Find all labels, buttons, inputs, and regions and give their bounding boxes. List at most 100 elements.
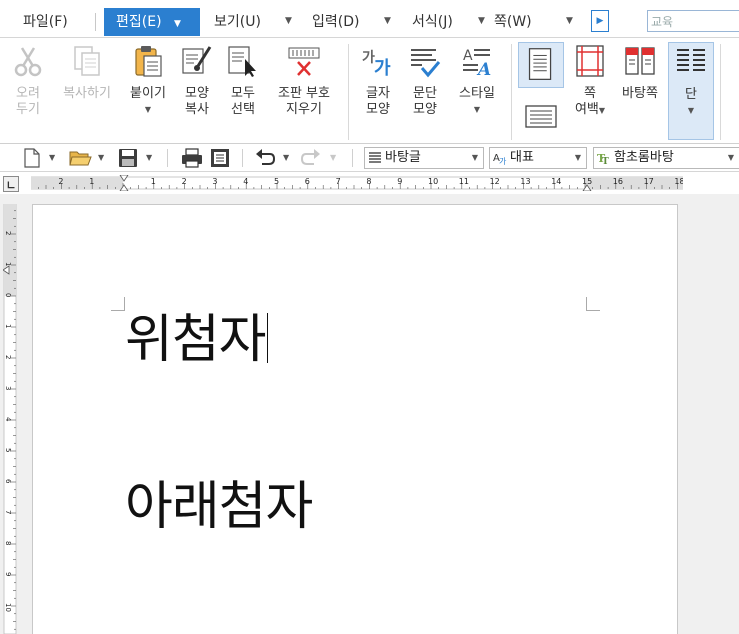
chevron-down-icon[interactable]: ▼ xyxy=(283,153,289,162)
menu-edit[interactable]: 편집(E) ▼ xyxy=(104,8,200,36)
paste-label: 붙이기 xyxy=(130,86,166,101)
master-page-button[interactable]: 바탕쪽 xyxy=(616,44,664,102)
svg-text:가: 가 xyxy=(374,58,391,78)
chevron-down-icon[interactable]: ▼ xyxy=(49,153,55,162)
chevron-down-icon[interactable]: ▼ xyxy=(146,153,152,162)
ruler-label: 2 xyxy=(58,177,63,186)
chevron-down-icon[interactable]: ▼ xyxy=(285,16,292,26)
menu-page[interactable]: 쪽(W) xyxy=(494,8,532,36)
font-name-combo[interactable]: T T 함초롬바탕 ▼ xyxy=(593,147,739,169)
chevron-down-icon[interactable]: ▼ xyxy=(330,153,336,162)
ruler-label: 9 xyxy=(397,177,402,186)
font-name-value: 함초롬바탕 xyxy=(614,150,674,165)
print-preview-icon[interactable] xyxy=(209,147,231,169)
ruler-label: 1 xyxy=(4,324,12,328)
ruler-area: 2 1 1 2 3 4 5 6 7 8 9 10 11 12 13 14 15 16 17 18 xyxy=(0,172,739,194)
cut-label: 오려 두기 xyxy=(16,86,40,117)
document-paragraph-1[interactable]: 위첨자 xyxy=(125,310,269,370)
text-cursor xyxy=(266,313,269,363)
standard-toolbar: ▼ ▼ ▼ ▼ ▼ 바탕글 ▼ A 가 대표 ▼ T T 함초롬바탕 ▼ xyxy=(0,144,739,172)
toolbar-separator xyxy=(242,149,243,167)
style-button[interactable]: A A 스타일 ▼ xyxy=(452,44,502,118)
master-page-icon xyxy=(625,47,655,75)
cut-button[interactable]: 오려 두기 xyxy=(8,44,48,118)
paste-button[interactable]: 붙이기 ▼ xyxy=(124,44,172,118)
select-all-button[interactable]: 모두 선택 xyxy=(224,44,262,118)
expand-menu-button[interactable]: ▶ xyxy=(591,10,609,32)
ruler-label: 0 xyxy=(4,293,12,297)
format-painter-icon xyxy=(182,46,212,74)
menu-insert[interactable]: 입력(D) xyxy=(312,8,359,36)
landscape-orientation-button[interactable] xyxy=(518,98,564,134)
ruler-label: 14 xyxy=(551,177,561,186)
menu-format[interactable]: 서식(J) xyxy=(412,8,453,36)
group-separator xyxy=(348,44,349,140)
clear-marks-button[interactable]: 조판 부호 지우기 xyxy=(270,44,338,118)
crop-mark-top-left xyxy=(111,297,125,311)
copy-button[interactable]: 복사하기 xyxy=(54,44,120,102)
vertical-ruler[interactable]: 321012345678910 xyxy=(3,204,18,634)
chevron-down-icon: ▼ xyxy=(173,19,181,29)
landscape-page-icon xyxy=(525,105,557,128)
ruler-label: 8 xyxy=(4,541,12,545)
document-paragraph-2[interactable]: 아래첨자 xyxy=(125,477,313,537)
chevron-down-icon[interactable]: ▼ xyxy=(669,103,713,119)
menu-file[interactable]: 파일(F) xyxy=(23,8,68,36)
menu-separator xyxy=(95,13,96,31)
new-document-icon[interactable] xyxy=(22,147,42,169)
crop-mark-top-right xyxy=(586,297,600,311)
toolbar-separator xyxy=(167,149,168,167)
page-margin-button[interactable]: 쪽 여백▼ xyxy=(570,44,610,119)
clipboard-icon xyxy=(135,46,162,77)
portrait-orientation-button[interactable] xyxy=(518,42,564,88)
svg-text:A: A xyxy=(476,60,491,78)
ruler-label: 16 xyxy=(613,177,623,186)
chevron-down-icon[interactable]: ▼ xyxy=(472,148,478,168)
open-folder-icon[interactable] xyxy=(68,147,92,169)
menu-bar: 파일(F) 편집(E) ▼ 보기(U) ▼ 입력(D) ▼ 서식(J) ▼ 쪽(… xyxy=(0,0,739,38)
redo-icon[interactable] xyxy=(300,147,322,169)
chevron-down-icon[interactable]: ▼ xyxy=(384,16,391,26)
chevron-down-icon[interactable]: ▼ xyxy=(124,102,172,118)
ruler-label: 7 xyxy=(4,510,12,514)
chevron-down-icon[interactable]: ▼ xyxy=(98,153,104,162)
style-label: 스타일 xyxy=(459,86,495,101)
chevron-down-icon[interactable]: ▼ xyxy=(599,106,605,115)
format-copy-button[interactable]: 모양 복사 xyxy=(178,44,216,118)
columns-button[interactable]: 단 ▼ xyxy=(668,42,714,140)
menu-view[interactable]: 보기(U) xyxy=(214,8,261,36)
ruler-label: 5 xyxy=(4,448,12,452)
font-language-combo[interactable]: A 가 대표 ▼ xyxy=(489,147,587,169)
ruler-label: 1 xyxy=(151,177,156,186)
group-separator xyxy=(511,44,512,140)
para-shape-button[interactable]: 문단 모양 xyxy=(405,44,445,118)
ruler-label: 17 xyxy=(644,177,654,186)
document-page[interactable]: 위첨자 아래첨자 xyxy=(32,204,678,634)
chevron-down-icon[interactable]: ▼ xyxy=(478,16,485,26)
ruler-corner-button[interactable] xyxy=(3,176,19,192)
search-input[interactable] xyxy=(647,10,739,32)
undo-icon[interactable] xyxy=(254,147,276,169)
clear-marks-icon xyxy=(288,47,320,76)
ribbon: 오려 두기 복사하기 붙이기 ▼ 모양 복사 모두 선택 조판 부호 지우기 가… xyxy=(0,38,739,144)
truetype-font-icon: T T xyxy=(597,152,609,165)
format-copy-label: 모양 복사 xyxy=(185,86,209,117)
print-icon[interactable] xyxy=(180,147,204,169)
style-combo[interactable]: 바탕글 ▼ xyxy=(364,147,484,169)
ruler-label: 1 xyxy=(4,262,12,266)
chevron-down-icon[interactable]: ▼ xyxy=(728,148,734,168)
superscript-text: 위첨자 xyxy=(125,310,267,370)
horizontal-ruler[interactable]: 2 1 1 2 3 4 5 6 7 8 9 10 11 12 13 14 15 16 17 18 xyxy=(31,175,683,191)
portrait-page-icon xyxy=(528,48,552,80)
ruler-label: 4 xyxy=(4,417,12,422)
svg-text:T: T xyxy=(602,157,609,165)
save-icon[interactable] xyxy=(117,147,139,169)
chevron-down-icon[interactable]: ▼ xyxy=(452,102,502,118)
chevron-down-icon[interactable]: ▼ xyxy=(566,16,573,26)
chevron-down-icon[interactable]: ▼ xyxy=(575,148,581,168)
char-shape-button[interactable]: 가 가 글자 모양 xyxy=(358,44,398,118)
select-all-label: 모두 선택 xyxy=(231,86,255,117)
ruler-label: 3 xyxy=(212,177,217,186)
ruler-label: 2 xyxy=(4,355,12,359)
svg-text:A: A xyxy=(463,48,473,64)
